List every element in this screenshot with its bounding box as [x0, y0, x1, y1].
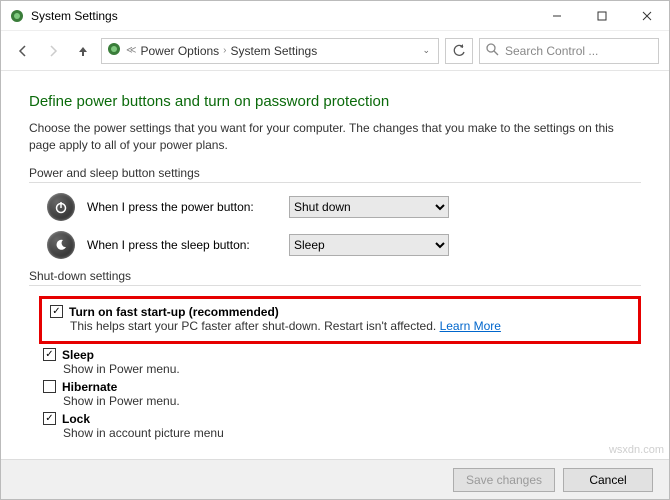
learn-more-link[interactable]: Learn More: [440, 319, 501, 333]
app-icon: [9, 8, 25, 24]
address-dropdown-icon[interactable]: ⌄: [418, 45, 434, 56]
section-shutdown-title: Shut-down settings: [29, 269, 641, 286]
sleep-checkbox[interactable]: ✓: [43, 348, 56, 361]
close-button[interactable]: [624, 1, 669, 31]
fast-startup-sub: This helps start your PC faster after sh…: [70, 319, 630, 333]
page-description: Choose the power settings that you want …: [29, 120, 641, 154]
cancel-button[interactable]: Cancel: [563, 468, 653, 492]
hibernate-checkbox[interactable]: [43, 380, 56, 393]
breadcrumb-system-settings[interactable]: System Settings: [231, 44, 318, 58]
navbar: ≪ Power Options › System Settings ⌄ Sear…: [1, 31, 669, 71]
sleep-button-select[interactable]: Sleep: [289, 234, 449, 256]
up-button[interactable]: [71, 39, 95, 63]
back-button[interactable]: [11, 39, 35, 63]
refresh-button[interactable]: [445, 38, 473, 64]
sleep-button-label: When I press the sleep button:: [87, 238, 277, 252]
section-power-sleep-title: Power and sleep button settings: [29, 166, 641, 183]
control-panel-icon: [106, 41, 122, 60]
window-title: System Settings: [31, 9, 118, 23]
fast-startup-checkbox[interactable]: ✓: [50, 305, 63, 318]
hibernate-option-label: Hibernate: [62, 380, 117, 394]
power-icon: [47, 193, 75, 221]
titlebar: System Settings: [1, 1, 669, 31]
sleep-option-label: Sleep: [62, 348, 94, 362]
hibernate-option-sub: Show in Power menu.: [63, 394, 641, 408]
sleep-option-sub: Show in Power menu.: [63, 362, 641, 376]
chevron-right-icon: ›: [223, 45, 226, 56]
fast-startup-label: Turn on fast start-up (recommended): [69, 305, 279, 319]
lock-checkbox[interactable]: ✓: [43, 412, 56, 425]
breadcrumb-sep-icon: ≪: [126, 45, 136, 56]
minimize-button[interactable]: [534, 1, 579, 31]
sleep-button-row: When I press the sleep button: Sleep: [47, 231, 641, 259]
maximize-button[interactable]: [579, 1, 624, 31]
breadcrumb-power-options[interactable]: Power Options: [140, 44, 219, 58]
content-area: Define power buttons and turn on passwor…: [1, 71, 669, 459]
footer: Save changes Cancel: [1, 459, 669, 499]
fast-startup-highlight: ✓ Turn on fast start-up (recommended) Th…: [39, 296, 641, 344]
lock-option-sub: Show in account picture menu: [63, 426, 641, 440]
lock-option-label: Lock: [62, 412, 90, 426]
sleep-icon: [47, 231, 75, 259]
address-bar[interactable]: ≪ Power Options › System Settings ⌄: [101, 38, 439, 64]
search-placeholder: Search Control ...: [505, 44, 598, 58]
power-button-row: When I press the power button: Shut down: [47, 193, 641, 221]
page-title: Define power buttons and turn on passwor…: [29, 93, 641, 110]
search-input[interactable]: Search Control ...: [479, 38, 659, 64]
search-icon: [486, 43, 499, 59]
forward-button[interactable]: [41, 39, 65, 63]
save-changes-button[interactable]: Save changes: [453, 468, 555, 492]
power-button-label: When I press the power button:: [87, 200, 277, 214]
power-button-select[interactable]: Shut down: [289, 196, 449, 218]
